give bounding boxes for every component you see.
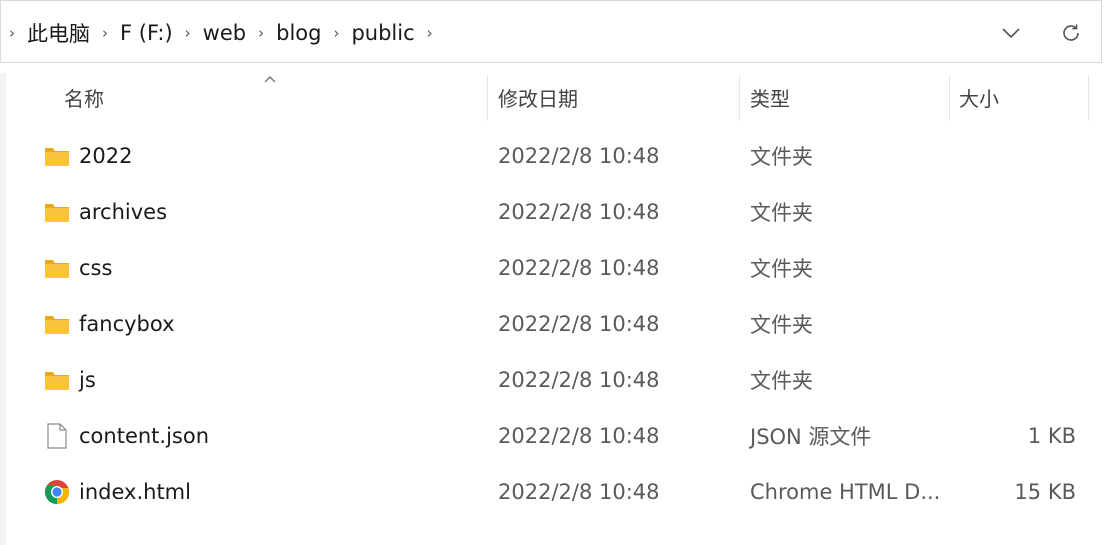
file-list: 2022 2022/2/8 10:48 文件夹 archives 2022/2/… — [6, 128, 1106, 520]
column-header: 名称 修改日期 类型 大小 — [6, 73, 1106, 121]
column-divider[interactable] — [739, 75, 740, 121]
file-size: 1 KB — [1027, 424, 1076, 448]
column-header-type[interactable]: 类型 — [750, 73, 790, 121]
chevron-right-icon[interactable]: › — [1, 24, 23, 42]
file-name: css — [79, 256, 113, 280]
file-type: Chrome HTML D... — [750, 480, 941, 504]
file-name: archives — [79, 200, 168, 224]
file-icon — [44, 423, 70, 449]
file-row[interactable]: content.json 2022/2/8 10:48 JSON 源文件 1 K… — [6, 408, 1106, 464]
column-header-name[interactable]: 名称 — [64, 73, 104, 121]
column-header-date[interactable]: 修改日期 — [498, 73, 578, 121]
column-divider[interactable] — [949, 75, 950, 121]
file-type: 文件夹 — [750, 257, 813, 281]
breadcrumb-item-drive-f[interactable]: F (F:) — [116, 21, 177, 45]
breadcrumb-item-public[interactable]: public — [347, 21, 418, 45]
refresh-icon — [1063, 24, 1079, 41]
breadcrumb-item-this-pc[interactable]: 此电脑 — [23, 18, 94, 48]
chevron-right-icon[interactable]: › — [250, 24, 272, 42]
sort-ascending-icon — [264, 76, 276, 83]
file-date: 2022/2/8 10:48 — [498, 480, 660, 504]
file-row[interactable]: archives 2022/2/8 10:48 文件夹 — [6, 184, 1106, 240]
folder-icon — [44, 367, 70, 393]
folder-icon — [44, 311, 70, 337]
folder-icon — [44, 199, 70, 225]
file-date: 2022/2/8 10:48 — [498, 312, 660, 336]
breadcrumb: › 此电脑 › F (F:) › web › blog › public › — [1, 1, 441, 64]
folder-icon — [44, 255, 70, 281]
column-divider[interactable] — [487, 75, 488, 121]
file-name: index.html — [79, 480, 191, 504]
address-bar[interactable]: › 此电脑 › F (F:) › web › blog › public › — [0, 0, 1102, 63]
file-row[interactable]: 2022 2022/2/8 10:48 文件夹 — [6, 128, 1106, 184]
chevron-right-icon[interactable]: › — [325, 24, 347, 42]
file-name: fancybox — [79, 312, 175, 336]
file-type: 文件夹 — [750, 369, 813, 393]
chevron-right-icon[interactable]: › — [419, 24, 441, 42]
file-date: 2022/2/8 10:48 — [498, 256, 660, 280]
refresh-button[interactable] — [1051, 15, 1091, 51]
column-header-size[interactable]: 大小 — [959, 73, 999, 121]
file-name: 2022 — [79, 144, 133, 168]
file-date: 2022/2/8 10:48 — [498, 144, 660, 168]
file-type: 文件夹 — [750, 201, 813, 225]
file-date: 2022/2/8 10:48 — [498, 368, 660, 392]
file-name: js — [79, 368, 96, 392]
file-row[interactable]: index.html 2022/2/8 10:48 Chrome HTML D.… — [6, 464, 1106, 520]
file-size: 15 KB — [1014, 480, 1076, 504]
column-divider[interactable] — [1088, 75, 1089, 121]
file-row[interactable]: fancybox 2022/2/8 10:48 文件夹 — [6, 296, 1106, 352]
address-history-button[interactable] — [991, 15, 1031, 51]
file-date: 2022/2/8 10:48 — [498, 424, 660, 448]
chrome-icon — [44, 479, 70, 505]
file-name: content.json — [79, 424, 210, 448]
folder-icon — [44, 143, 70, 169]
file-type: 文件夹 — [750, 145, 813, 169]
file-type: JSON 源文件 — [750, 425, 872, 449]
file-type: 文件夹 — [750, 313, 813, 337]
file-row[interactable]: css 2022/2/8 10:48 文件夹 — [6, 240, 1106, 296]
chevron-down-icon — [1002, 28, 1020, 39]
breadcrumb-item-blog[interactable]: blog — [272, 21, 325, 45]
chevron-right-icon[interactable]: › — [177, 24, 199, 42]
file-date: 2022/2/8 10:48 — [498, 200, 660, 224]
chevron-right-icon[interactable]: › — [94, 24, 116, 42]
file-row[interactable]: js 2022/2/8 10:48 文件夹 — [6, 352, 1106, 408]
breadcrumb-item-web[interactable]: web — [199, 21, 250, 45]
